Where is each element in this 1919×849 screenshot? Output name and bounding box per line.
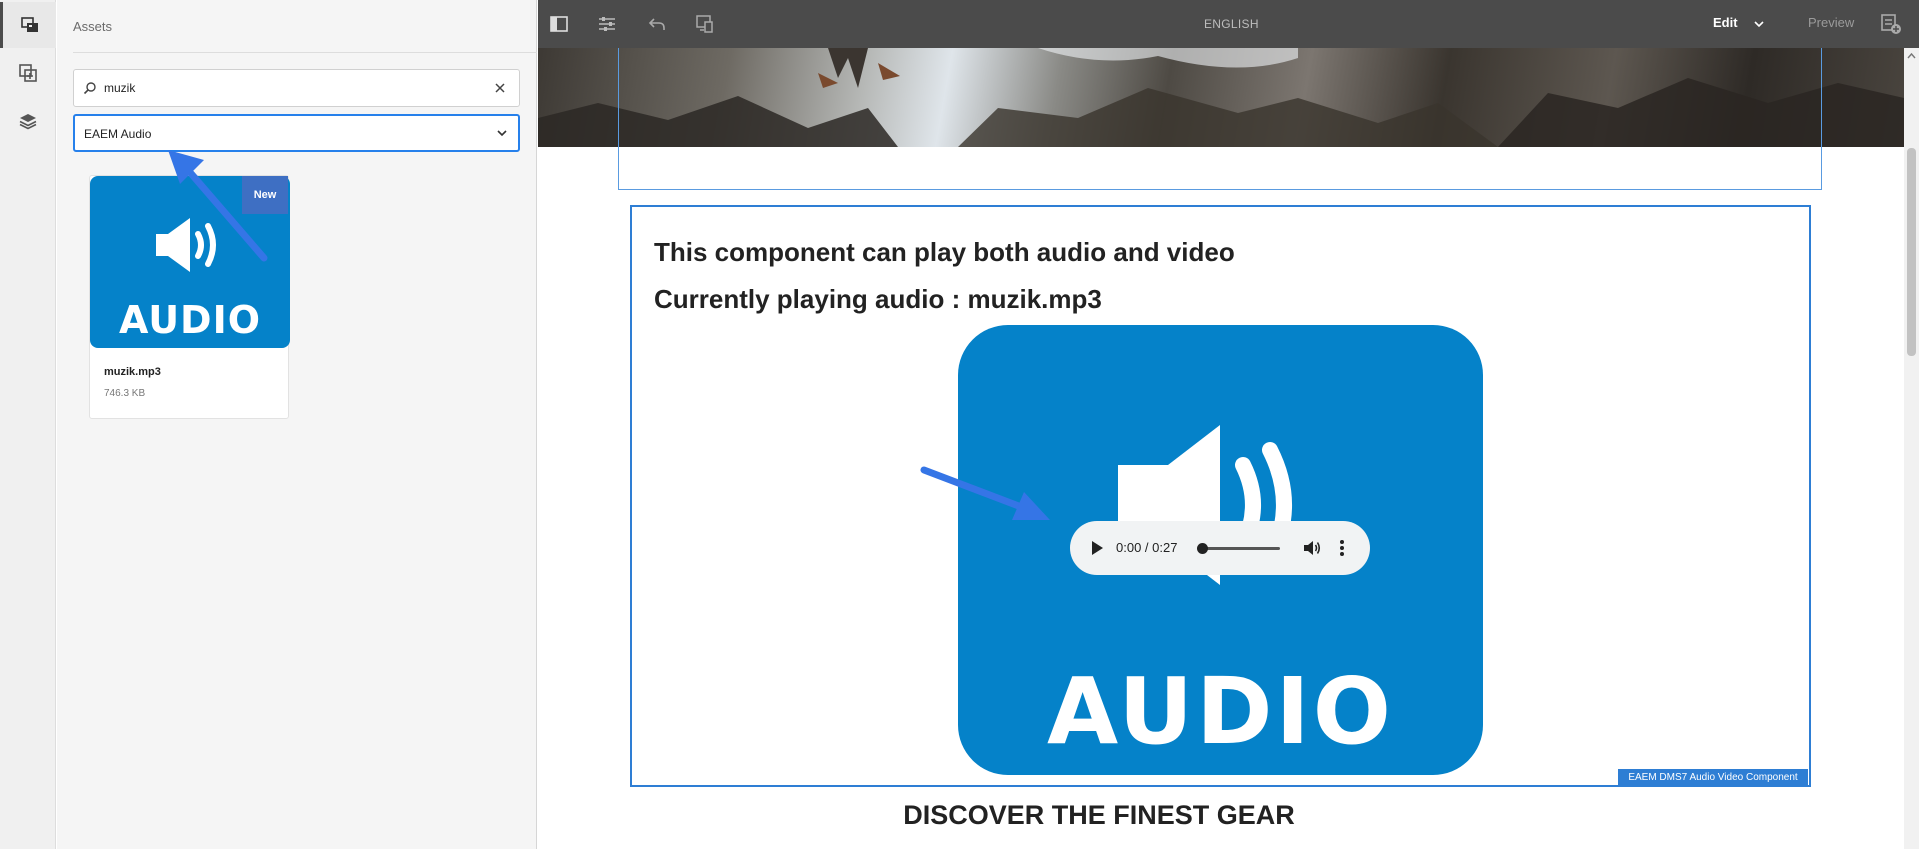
assets-icon	[20, 17, 38, 32]
clear-search-button[interactable]	[491, 79, 509, 97]
player-time: 0:00 / 0:27	[1116, 540, 1178, 555]
play-icon[interactable]	[1087, 538, 1107, 558]
annotate-icon[interactable]	[1880, 13, 1902, 35]
progress-track[interactable]	[1202, 547, 1280, 550]
search-input[interactable]	[104, 78, 484, 98]
thumb-word: AUDIO	[118, 298, 262, 342]
chevron-down-icon[interactable]	[1753, 18, 1765, 30]
image-component-frame[interactable]	[618, 48, 1822, 190]
undo-button[interactable]	[645, 12, 669, 36]
component-subheading: Currently playing audio : muzik.mp3	[654, 284, 1102, 314]
mode-selector[interactable]: Edit	[1713, 15, 1738, 30]
select-value: EAEM Audio	[84, 127, 152, 141]
page-properties-button[interactable]	[595, 12, 619, 36]
volume-icon[interactable]	[1302, 538, 1322, 558]
layers-icon	[19, 114, 37, 130]
aem-editor: Assets EAEM Audio AUDIO New	[0, 0, 1919, 849]
section-heading-text: DISCOVER THE FINEST GEAR	[903, 800, 1295, 830]
search-icon	[83, 82, 96, 95]
undo-icon	[648, 18, 665, 30]
emulator-icon	[696, 15, 713, 33]
component-label: EAEM DMS7 Audio Video Component	[1618, 769, 1808, 786]
divider	[73, 52, 537, 53]
component-heading: This component can play both audio and v…	[654, 237, 1235, 267]
asset-card[interactable]: AUDIO New muzik.mp3 746.3 KB	[89, 175, 290, 419]
asset-name: muzik.mp3	[104, 366, 161, 378]
speaker-icon	[156, 218, 216, 272]
editor-toolbar: ENGLISH Edit Preview	[538, 0, 1919, 48]
new-badge: New	[242, 176, 288, 214]
emulator-button[interactable]	[693, 12, 717, 36]
language-label: ENGLISH	[1204, 17, 1259, 31]
page-properties-icon	[599, 17, 615, 31]
preview-button[interactable]: Preview	[1808, 15, 1854, 30]
panel-title: Assets	[73, 19, 113, 34]
left-rail	[0, 0, 56, 849]
clear-icon	[495, 83, 505, 93]
scrollbar-thumb[interactable]	[1907, 148, 1916, 356]
asset-size: 746.3 KB	[104, 388, 146, 399]
progress-thumb[interactable]	[1197, 543, 1208, 554]
components-tab[interactable]	[0, 50, 56, 96]
more-options-icon[interactable]	[1336, 538, 1348, 558]
poster-word: AUDIO	[1047, 658, 1394, 765]
section-heading: DISCOVER THE FINEST GEAR	[538, 800, 1904, 831]
search-field[interactable]	[73, 69, 520, 107]
content-tree-tab[interactable]	[0, 98, 56, 144]
chevron-down-icon	[497, 130, 507, 137]
components-icon	[19, 64, 37, 82]
asset-type-select[interactable]: EAEM Audio	[73, 114, 520, 152]
assets-tab[interactable]	[0, 2, 56, 48]
side-panel-toggle-icon	[550, 16, 568, 32]
assets-panel: Assets EAEM Audio AUDIO New	[57, 0, 537, 849]
audio-player[interactable]: 0:00 / 0:27	[1070, 521, 1370, 575]
page-canvas: This component can play both audio and v…	[538, 48, 1904, 849]
scroll-up-arrow[interactable]	[1907, 52, 1916, 60]
toggle-side-panel-button[interactable]	[547, 12, 571, 36]
